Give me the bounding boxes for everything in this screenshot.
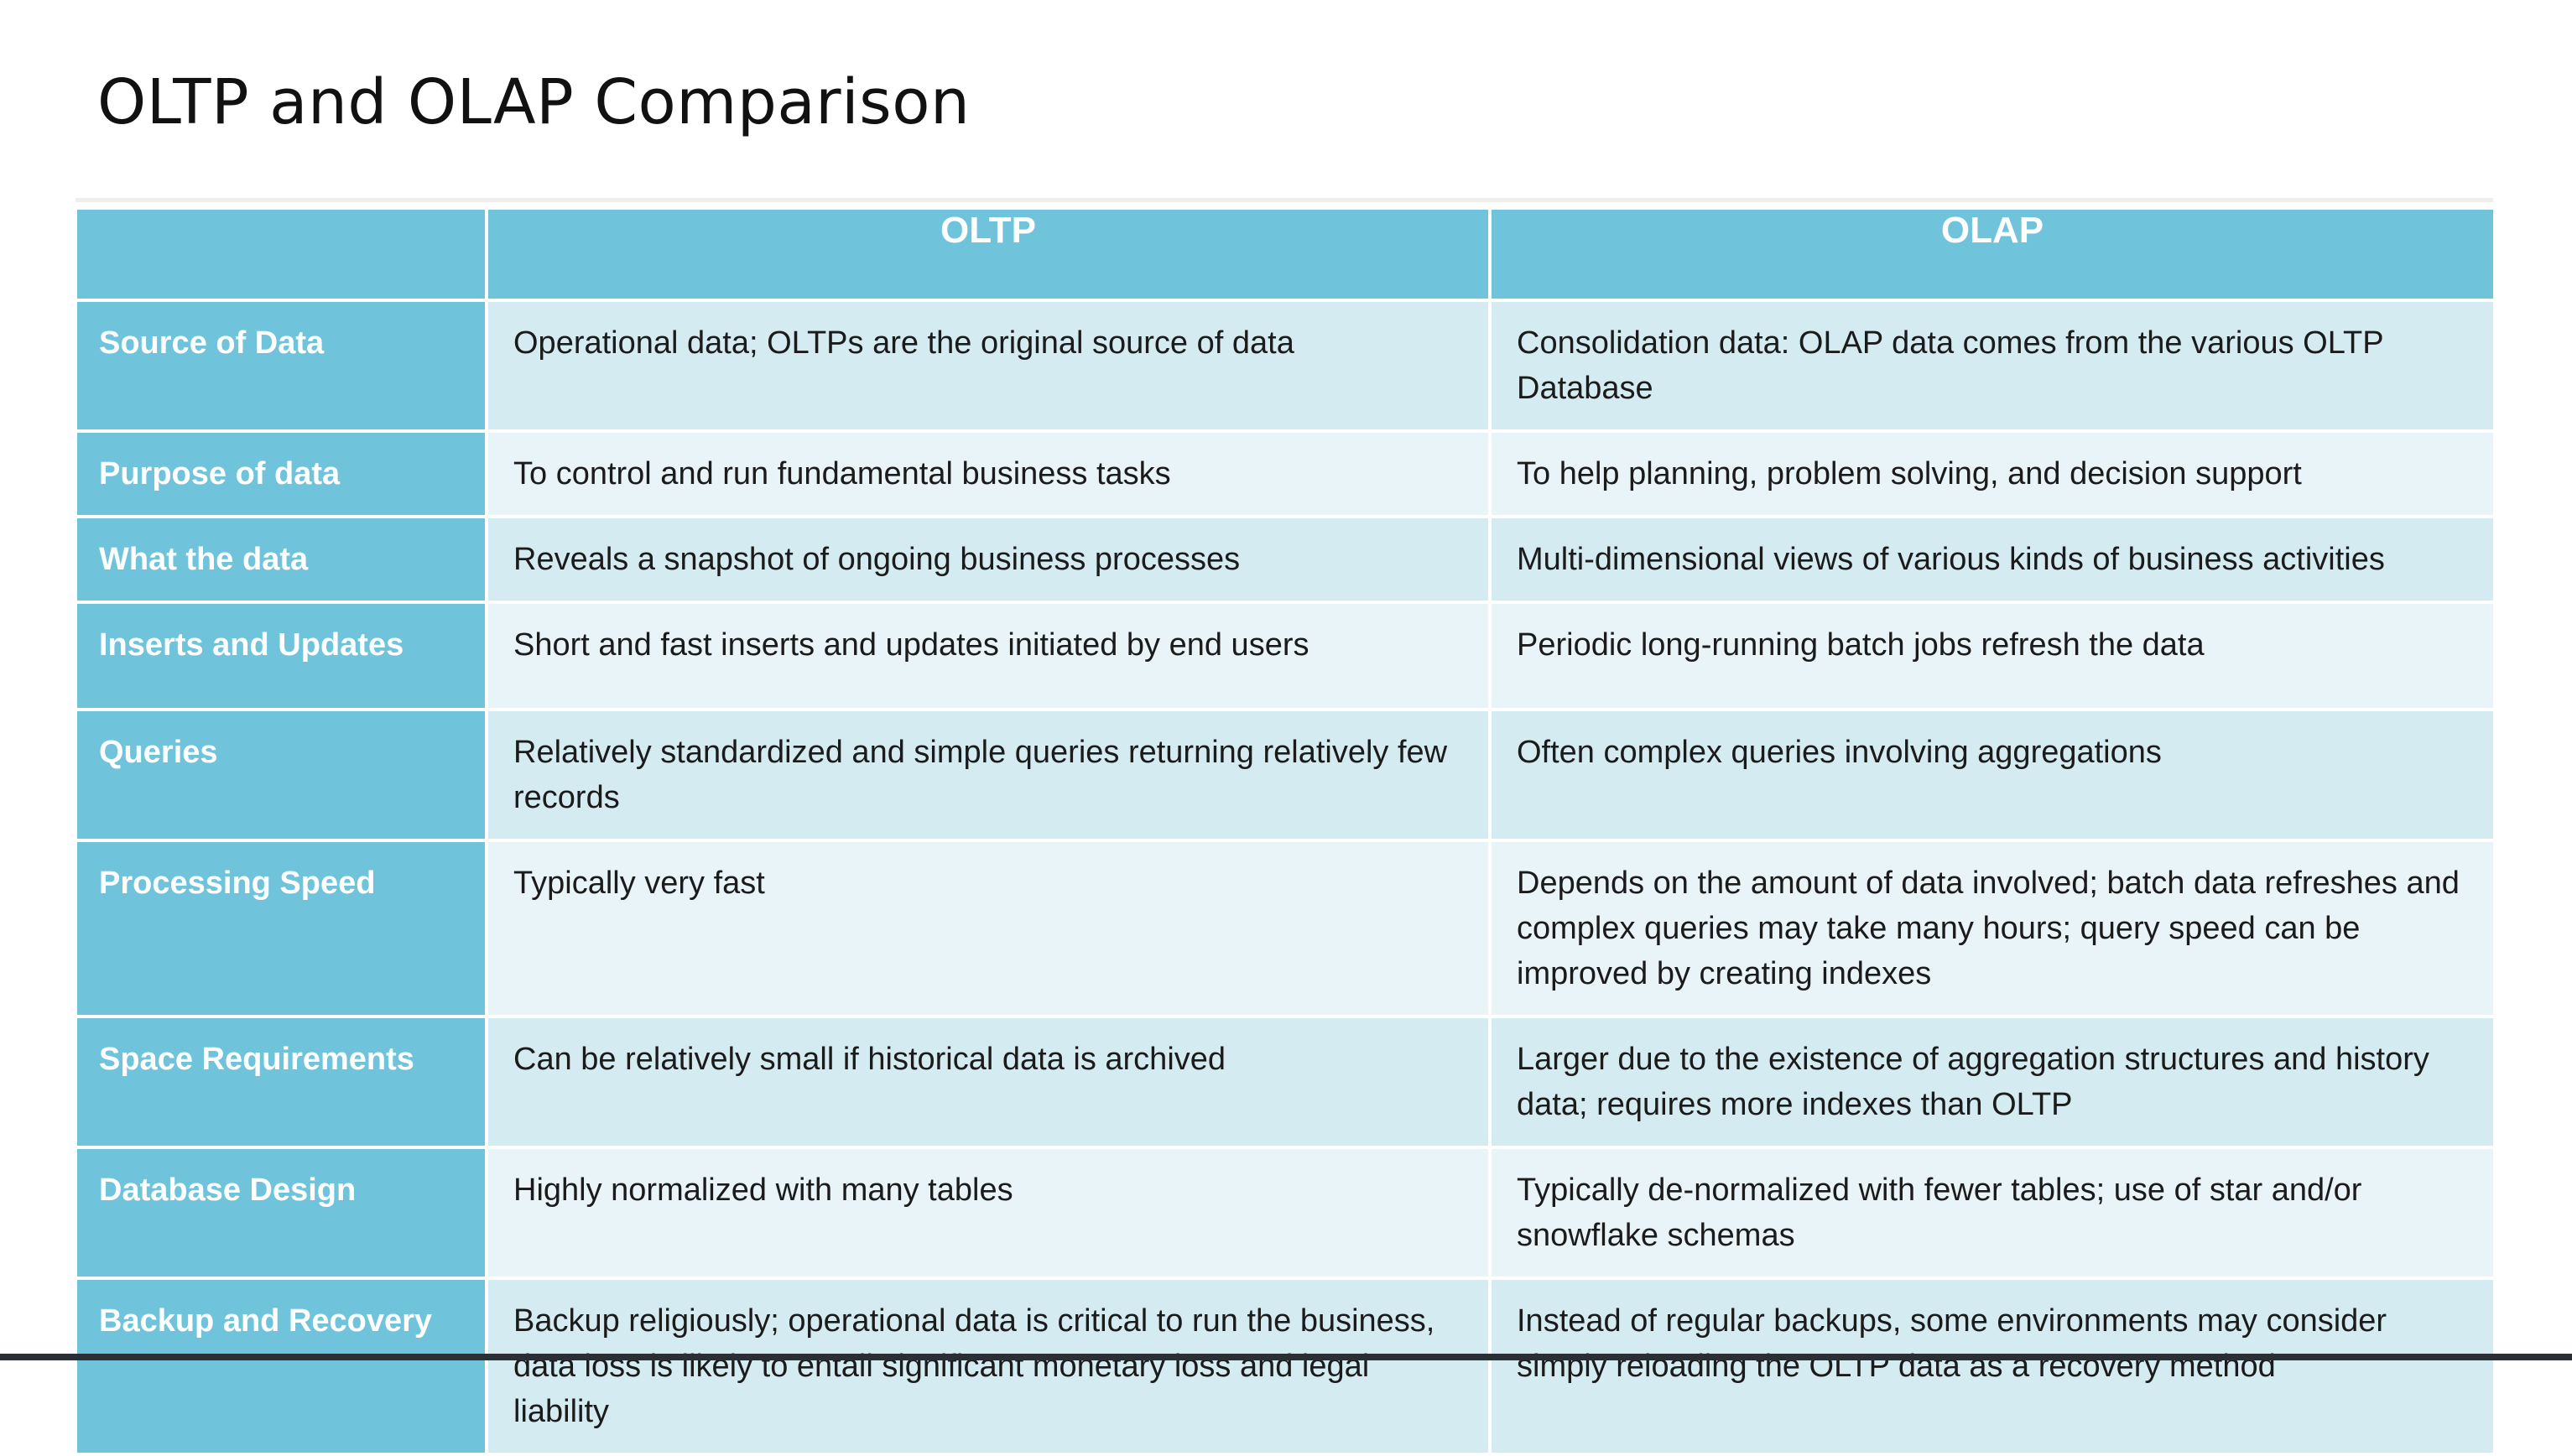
table-row: Space Requirements Can be relatively sma…	[74, 1015, 2497, 1149]
row-label: Backup and Recovery	[74, 1277, 488, 1456]
oltp-cell: Relatively standardized and simple queri…	[485, 708, 1492, 842]
oltp-cell: Reveals a snapshot of ongoing business p…	[485, 515, 1492, 604]
oltp-cell: Short and fast inserts and updates initi…	[485, 601, 1492, 711]
olap-cell: Depends on the amount of data involved; …	[1488, 839, 2497, 1018]
table-row: Backup and Recovery Backup religiously; …	[74, 1277, 2497, 1456]
table-row: Purpose of data To control and run funda…	[74, 429, 2497, 518]
header-oltp: OLTP	[485, 206, 1492, 302]
comparison-table-container: OLTP OLAP Source of Data Operational dat…	[74, 206, 2497, 1456]
oltp-cell: Backup religiously; operational data is …	[485, 1277, 1492, 1456]
row-label: Space Requirements	[74, 1015, 488, 1149]
olap-cell: Instead of regular backups, some environ…	[1488, 1277, 2497, 1456]
table-header-row: OLTP OLAP	[74, 206, 2497, 302]
oltp-cell: Highly normalized with many tables	[485, 1146, 1492, 1280]
row-label: Inserts and Updates	[74, 601, 488, 711]
oltp-cell: Can be relatively small if historical da…	[485, 1015, 1492, 1149]
table-row: Queries Relatively standardized and simp…	[74, 708, 2497, 842]
row-label: Source of Data	[74, 299, 488, 433]
table-row: Inserts and Updates Short and fast inser…	[74, 601, 2497, 711]
header-olap: OLAP	[1488, 206, 2497, 302]
row-label: What the data	[74, 515, 488, 604]
slide: OLTP and OLAP Comparison OLTP OLAP Sourc…	[0, 0, 2572, 1456]
table-row: What the data Reveals a snapshot of ongo…	[74, 515, 2497, 604]
olap-cell: Consolidation data: OLAP data comes from…	[1488, 299, 2497, 433]
row-label: Queries	[74, 708, 488, 842]
header-corner-cell	[74, 206, 488, 302]
table-row: Source of Data Operational data; OLTPs a…	[74, 299, 2497, 433]
olap-cell: Larger due to the existence of aggregati…	[1488, 1015, 2497, 1149]
row-label: Processing Speed	[74, 839, 488, 1018]
olap-cell: Periodic long-running batch jobs refresh…	[1488, 601, 2497, 711]
oltp-cell: Typically very fast	[485, 839, 1492, 1018]
row-label: Purpose of data	[74, 429, 488, 518]
olap-cell: Often complex queries involving aggregat…	[1488, 708, 2497, 842]
page-title: OLTP and OLAP Comparison	[97, 66, 971, 138]
row-label: Database Design	[74, 1146, 488, 1280]
olap-cell: Typically de-normalized with fewer table…	[1488, 1146, 2497, 1280]
table-row: Database Design Highly normalized with m…	[74, 1146, 2497, 1280]
oltp-cell: Operational data; OLTPs are the original…	[485, 299, 1492, 433]
bottom-border	[0, 1354, 2572, 1360]
title-divider	[75, 198, 2493, 202]
olap-cell: Multi-dimensional views of various kinds…	[1488, 515, 2497, 604]
oltp-cell: To control and run fundamental business …	[485, 429, 1492, 518]
olap-cell: To help planning, problem solving, and d…	[1488, 429, 2497, 518]
comparison-table: OLTP OLAP Source of Data Operational dat…	[74, 206, 2497, 1456]
table-row: Processing Speed Typically very fast Dep…	[74, 839, 2497, 1018]
